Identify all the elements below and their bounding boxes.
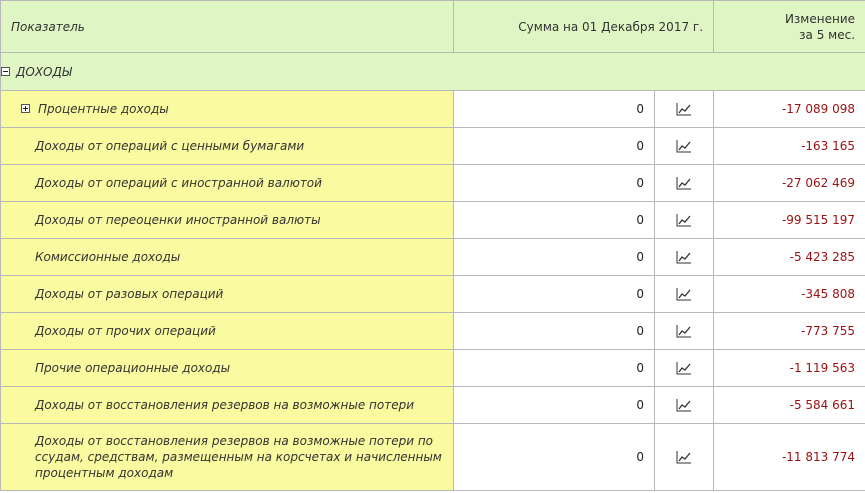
table-header-row: Показатель Сумма на 01 Декабря 2017 г. И… [0,0,865,53]
chart-icon[interactable] [676,361,692,375]
table-row: Доходы от прочих операций 0 -773 755 [0,312,865,350]
row-chart-cell[interactable] [653,349,715,387]
row-label: Комиссионные доходы [35,250,181,264]
chart-icon[interactable] [676,250,692,264]
header-change-line2: за 5 мес. [799,27,856,42]
table-row: Доходы от восстановления резервов на воз… [0,423,865,491]
row-sum-value: 0 [453,127,655,165]
row-change-value: -5 584 661 [713,386,865,424]
row-chart-cell[interactable] [653,423,715,491]
chart-icon[interactable] [676,287,692,301]
table-row: Комиссионные доходы 0 -5 423 285 [0,238,865,276]
row-label: Доходы от операций с ценными бумагами [35,139,305,153]
header-change-line1: Изменение [784,11,856,26]
row-label: Прочие операционные доходы [35,361,231,375]
table-row: Доходы от операций с ценными бумагами 0 -1… [0,127,865,165]
row-label-cell: Доходы от переоценки иностранной валюты [0,201,454,239]
row-change-value: -27 062 469 [713,164,865,202]
row-label-cell: Доходы от восстановления резервов на воз… [0,423,454,491]
row-label: Доходы от операций с иностранной валютой [35,176,322,190]
table-row: Доходы от переоценки иностранной валюты 0… [0,201,865,239]
chart-icon[interactable] [676,213,692,227]
row-sum-value: 0 [453,90,655,128]
header-change: Изменение за 5 мес. [713,0,865,53]
row-label: Доходы от восстановления резервов на воз… [35,398,415,412]
row-label-cell: Доходы от операций с ценными бумагами [0,127,454,165]
row-chart-cell[interactable] [653,90,715,128]
row-label-cell: Доходы от прочих операций [0,312,454,350]
expand-toggle-icon[interactable] [21,104,30,113]
chart-icon[interactable] [676,176,692,190]
collapse-toggle-icon[interactable] [1,66,10,76]
section-title: ДОХОДЫ [16,64,72,79]
row-label: Доходы от восстановления резервов на воз… [35,434,442,480]
row-sum-value: 0 [453,349,655,387]
row-sum-value: 0 [453,423,655,491]
row-change-value: -1 119 563 [713,349,865,387]
row-label-cell: Комиссионные доходы [0,238,454,276]
row-label-cell: Доходы от разовых операций [0,275,454,313]
row-change-value: -5 423 285 [713,238,865,276]
row-label: Доходы от прочих операций [35,324,216,338]
row-chart-cell[interactable] [653,275,715,313]
section-cell[interactable]: ДОХОДЫ [0,52,865,91]
row-chart-cell[interactable] [653,201,715,239]
row-label-cell: Доходы от восстановления резервов на воз… [0,386,454,424]
table-row: Доходы от восстановления резервов на воз… [0,386,865,424]
row-sum-value: 0 [453,312,655,350]
row-label-cell: Прочие операционные доходы [0,349,454,387]
row-sum-value: 0 [453,238,655,276]
row-label-cell: Доходы от операций с иностранной валютой [0,164,454,202]
row-chart-cell[interactable] [653,312,715,350]
row-change-value: -163 165 [713,127,865,165]
row-label: Доходы от разовых операций [35,287,224,301]
table-row: Процентные доходы 0 -17 089 098 [0,90,865,128]
chart-icon[interactable] [676,139,692,153]
row-sum-value: 0 [453,386,655,424]
row-sum-value: 0 [453,201,655,239]
row-sum-value: 0 [453,164,655,202]
row-change-value: -17 089 098 [713,90,865,128]
chart-icon[interactable] [676,450,692,464]
row-label: Процентные доходы [38,102,169,116]
chart-icon[interactable] [676,102,692,116]
row-label: Доходы от переоценки иностранной валюты [35,213,321,227]
row-change-value: -345 808 [713,275,865,313]
header-indicator: Показатель [0,0,454,53]
header-sum: Сумма на 01 Декабря 2017 г. [452,0,715,53]
row-chart-cell[interactable] [653,127,715,165]
row-sum-value: 0 [453,275,655,313]
chart-icon[interactable] [676,324,692,338]
row-label-cell[interactable]: Процентные доходы [0,90,454,128]
row-chart-cell[interactable] [653,386,715,424]
row-change-value: -99 515 197 [713,201,865,239]
section-row-income[interactable]: ДОХОДЫ [0,52,865,91]
row-chart-cell[interactable] [653,238,715,276]
income-table: Показатель Сумма на 01 Декабря 2017 г. И… [0,0,865,491]
row-change-value: -11 813 774 [713,423,865,491]
row-change-value: -773 755 [713,312,865,350]
table-row: Доходы от разовых операций 0 -345 808 [0,275,865,313]
table-row: Доходы от операций с иностранной валютой… [0,164,865,202]
table-row: Прочие операционные доходы 0 -1 119 563 [0,349,865,387]
chart-icon[interactable] [676,398,692,412]
row-chart-cell[interactable] [653,164,715,202]
